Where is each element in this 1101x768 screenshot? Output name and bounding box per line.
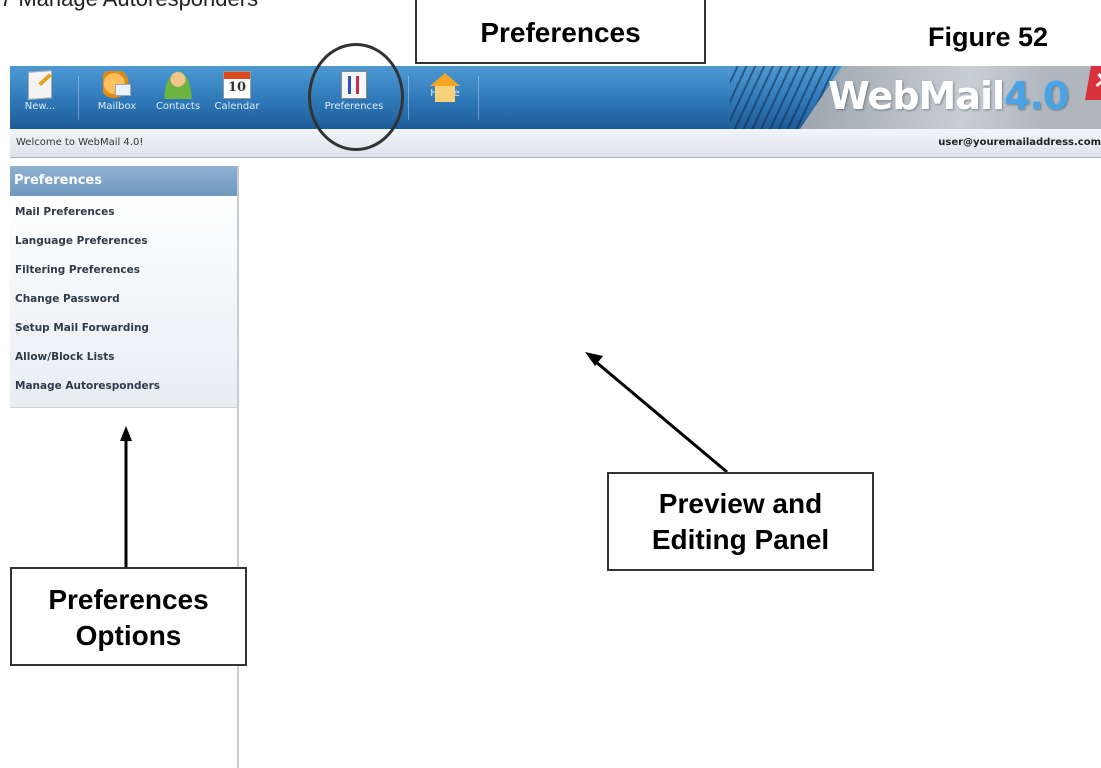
callout-right-line1: Preview and <box>658 488 823 519</box>
callout-right-line2: Editing Panel <box>651 524 830 555</box>
preview-editing-callout: Preview and Editing Panel <box>607 472 874 571</box>
sidebar-arrowhead <box>120 426 132 441</box>
panel-pointer-arrow <box>595 360 728 474</box>
callout-left-line2: Options <box>75 620 182 651</box>
preferences-options-callout: Preferences Options <box>10 567 247 666</box>
callout-left-line1: Preferences <box>48 584 209 615</box>
